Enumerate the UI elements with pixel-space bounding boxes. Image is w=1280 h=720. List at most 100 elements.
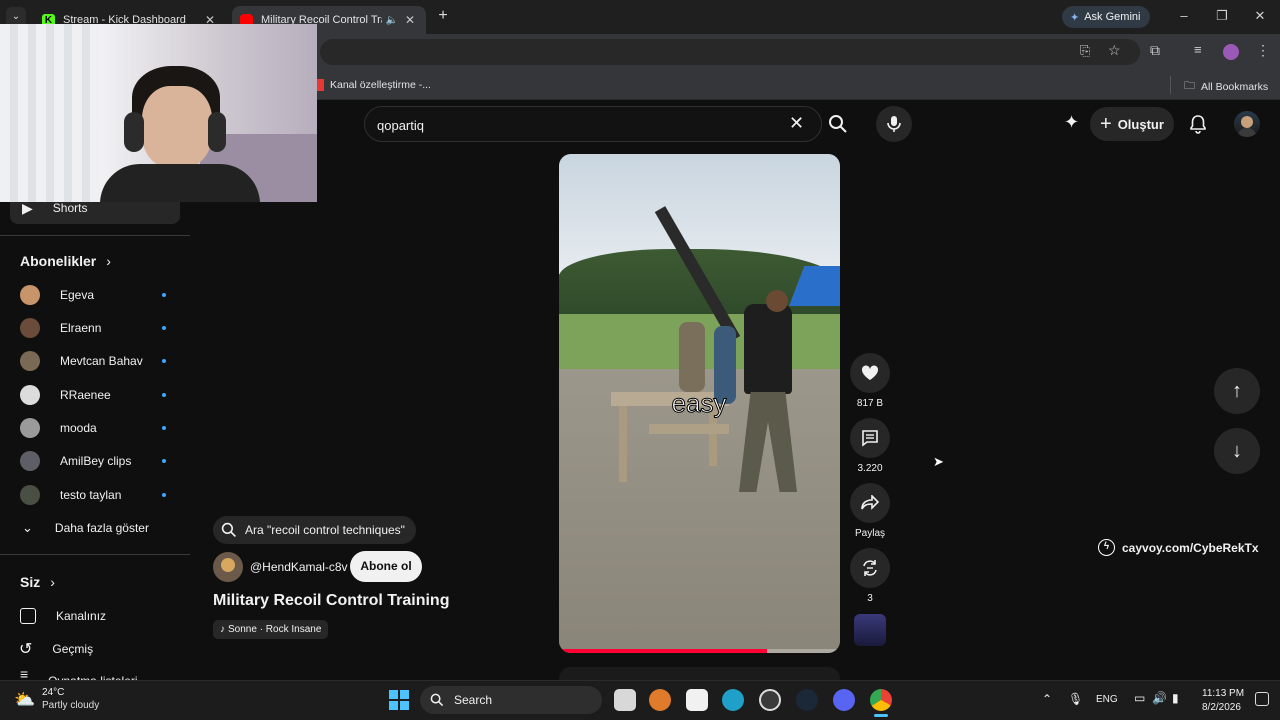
sidebar-item-subscription[interactable]: Egeva (10, 279, 180, 311)
channel-avatar[interactable] (213, 552, 243, 582)
new-content-dot (162, 493, 166, 497)
ask-gemini-button[interactable]: ✦ Ask Gemini (1062, 6, 1150, 28)
sidebar-divider (0, 554, 190, 555)
bench (649, 424, 729, 434)
sidebar-item-label: testo taylan (60, 488, 122, 502)
ask-gemini-label: Ask Gemini (1084, 11, 1141, 23)
subscribe-button[interactable]: Abone ol (350, 551, 422, 582)
next-short-button[interactable]: ↓ (1214, 428, 1260, 474)
window-close-icon[interactable]: ✕ (1248, 8, 1272, 24)
sidebar-item-history[interactable]: ↺ Geçmiş (10, 633, 180, 665)
you-heading[interactable]: Siz › (20, 574, 55, 590)
like-count: 817 B (856, 398, 884, 409)
windows-taskbar (0, 680, 1280, 720)
comments-button[interactable] (850, 418, 890, 458)
sound-thumbnail[interactable] (854, 614, 886, 646)
new-tab-button[interactable]: + (434, 7, 452, 25)
search-suggestion-chip[interactable]: Ara "recoil control techniques" (213, 516, 416, 544)
show-more-button[interactable]: ⌄ Daha fazla göster (10, 512, 180, 544)
extensions-icon[interactable]: ⧉ (1150, 42, 1160, 59)
bookmark-star-icon[interactable]: ☆ (1108, 42, 1121, 59)
battery-icon[interactable]: ▮ (1172, 691, 1179, 705)
chevron-up-icon[interactable]: ⌃ (1042, 692, 1052, 706)
volume-icon[interactable]: 🔊 (1152, 691, 1167, 705)
restore-icon[interactable]: ❐ (1210, 8, 1234, 24)
speaker-icon[interactable]: 🔈 (386, 15, 398, 26)
all-bookmarks-button[interactable]: 🗀 All Bookmarks (1184, 77, 1268, 96)
active-app-indicator (874, 714, 888, 717)
bookmark-kanal[interactable]: Kanal özelleştirme -... (316, 77, 431, 93)
discord-icon[interactable] (833, 689, 855, 711)
short-video-player[interactable]: easy (559, 154, 840, 653)
browser-menu-icon[interactable]: ⋮ (1256, 42, 1270, 59)
search-button[interactable] (822, 106, 854, 142)
close-icon[interactable]: ✕ (402, 13, 418, 27)
new-content-dot (162, 359, 166, 363)
arrow-up-icon: ↑ (1232, 379, 1242, 402)
sidebar-item-label: AmilBey clips (60, 454, 132, 468)
previous-short-button[interactable]: ↑ (1214, 368, 1260, 414)
edge-icon[interactable] (722, 689, 744, 711)
search-box[interactable]: ✕ (364, 106, 822, 142)
avatar (20, 285, 40, 305)
sidebar-item-subscription[interactable]: mooda (10, 412, 180, 444)
capcut-icon[interactable] (686, 689, 708, 711)
steam-icon[interactable] (796, 689, 818, 711)
subscriptions-heading[interactable]: Abonelikler › (20, 253, 111, 269)
like-button[interactable] (850, 353, 890, 393)
webcam-overlay (0, 24, 317, 202)
partly-cloudy-icon: ⛅ (14, 690, 36, 709)
search-icon (829, 115, 847, 133)
profile-avatar[interactable] (1223, 44, 1239, 60)
app-icon[interactable] (649, 689, 671, 711)
network-icon[interactable]: ▭ (1134, 691, 1145, 705)
folder-icon: 🗀 (1184, 80, 1195, 92)
subscribe-label: Abone ol (360, 559, 412, 573)
sidebar-item-subscription[interactable]: testo taylan (10, 479, 180, 511)
sidebar-item-playlists[interactable]: ≡ Oynatma listeleri (10, 666, 180, 680)
sidebar-item-subscription[interactable]: Mevtcan Bahav (10, 345, 180, 377)
chevron-down-icon: ⌄ (11, 11, 21, 22)
taskbar-search[interactable]: Search (420, 686, 602, 714)
omnibox[interactable] (320, 39, 1140, 65)
create-button[interactable]: + Oluştur (1090, 107, 1174, 141)
language-indicator[interactable]: ENG (1096, 694, 1118, 705)
file-explorer-icon[interactable] (614, 689, 636, 711)
microphone-icon[interactable]: 🎙 (1068, 692, 1083, 706)
remix-button[interactable] (850, 548, 890, 588)
search-input[interactable] (377, 115, 757, 135)
chrome-icon[interactable] (870, 689, 892, 711)
remix-count: 3 (867, 593, 873, 604)
weather-widget[interactable]: ⛅ 24°C Partly cloudy (14, 686, 134, 716)
start-button[interactable] (389, 690, 409, 710)
channel-handle[interactable]: @HendKamal-c8v (250, 560, 348, 574)
music-note-icon: ♪ (220, 624, 225, 635)
next-short-preview[interactable] (559, 667, 840, 680)
clear-search-icon[interactable]: ✕ (789, 113, 804, 134)
sidebar-item-your-channel[interactable]: Kanalınız (10, 600, 180, 632)
curtain (0, 24, 100, 202)
obs-icon[interactable] (759, 689, 781, 711)
mouse-cursor: ➤ (933, 454, 944, 469)
account-avatar[interactable] (1234, 111, 1260, 137)
clock-time[interactable]: 11:13 PM (1202, 688, 1244, 699)
sidebar-item-label: mooda (60, 421, 97, 435)
share-button[interactable] (850, 483, 890, 523)
avatar (20, 318, 40, 338)
music-chip[interactable]: ♪ Sonne · Rock Insane (213, 620, 329, 639)
short-title[interactable]: Military Recoil Control Training (213, 592, 449, 610)
channel-icon (20, 608, 36, 624)
bell-icon[interactable] (1189, 114, 1207, 134)
install-app-icon[interactable]: ⎘ (1080, 43, 1090, 59)
clock-date[interactable]: 8/2/2026 (1202, 702, 1241, 713)
media-control-icon[interactable]: ≡ (1194, 42, 1202, 57)
notification-icon[interactable] (1255, 692, 1269, 706)
sidebar-item-subscription[interactable]: Elraenn (10, 312, 180, 344)
playlist-icon: ≡ (20, 666, 29, 680)
minimize-icon[interactable]: – (1172, 8, 1196, 23)
sidebar-item-subscription[interactable]: AmilBey clips (10, 445, 180, 477)
progress-track[interactable] (559, 649, 840, 653)
voice-search-button[interactable] (876, 106, 912, 142)
gift-icon[interactable]: ✦ (1064, 112, 1079, 133)
sidebar-item-subscription[interactable]: RRaenee (10, 379, 180, 411)
